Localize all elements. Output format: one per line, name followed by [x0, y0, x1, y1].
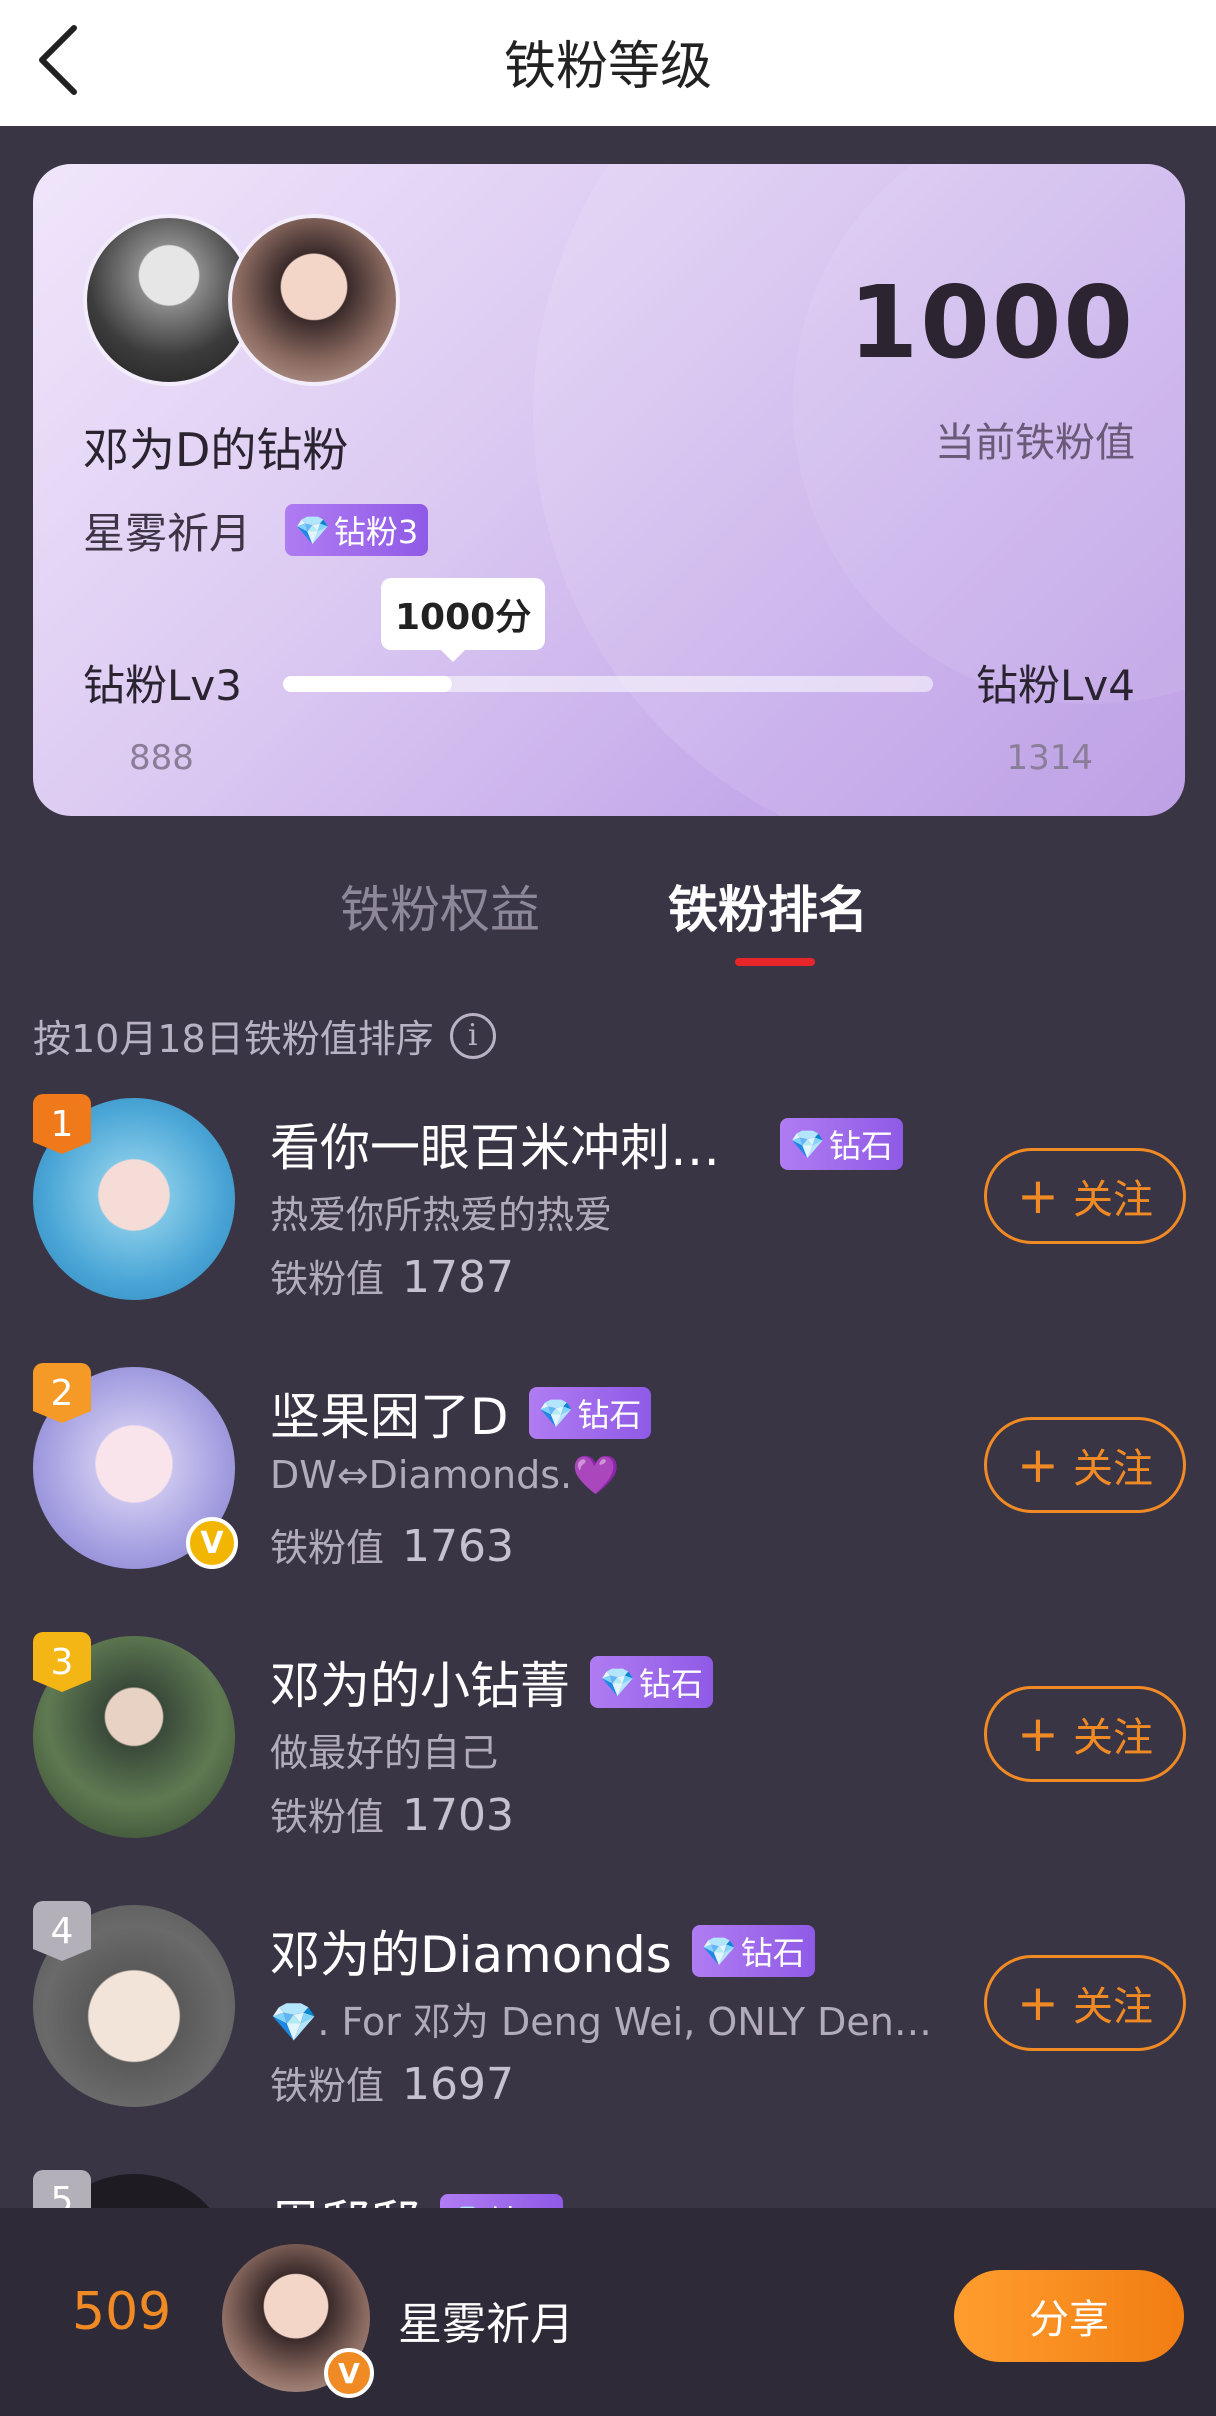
fan-score-label: 当前铁粉值 — [935, 420, 1135, 466]
fan-value: 铁粉值 1697 — [270, 2055, 514, 2110]
diamond-icon: 💎 — [295, 513, 330, 547]
follow-button[interactable]: + 关注 — [984, 1148, 1186, 1244]
follow-button[interactable]: + 关注 — [984, 1417, 1186, 1513]
my-rank: 509 — [72, 2282, 172, 2342]
diamond-icon: 💎 — [701, 1934, 737, 1968]
diamond-badge: 💎钻石 — [691, 1925, 815, 1977]
fan-value-label: 铁粉值 — [270, 1526, 385, 1570]
verified-icon: V — [324, 2348, 374, 2398]
current-level-label: 钻粉Lv3 — [83, 661, 242, 710]
sort-text: 按10月18日铁粉值排序 — [33, 1017, 434, 1061]
fan-value-label: 铁粉值 — [270, 1257, 385, 1301]
fan-level-badge: 💎 钻粉3 — [285, 504, 429, 556]
list-item[interactable]: 1 看你一眼百米冲刺… 💎 钻石 热爱你所热爱的热爱 铁粉值 1787 + 关注 — [0, 1094, 1216, 1338]
follow-label: 关注 — [1072, 1446, 1153, 1492]
fan-value-number: 1787 — [402, 1252, 514, 1303]
diamond-icon: 💎 — [538, 1396, 574, 1430]
rank-badge: 4 — [33, 1901, 91, 1961]
diamond-badge-label: 钻石 — [740, 1934, 805, 1972]
card-user-name: 星雾祈月 — [83, 509, 252, 558]
fan-name: 邓为的Diamonds — [270, 1926, 672, 1984]
fan-name: 邓为的小钻菁 — [270, 1657, 570, 1715]
fan-bio: 做最好的自己 — [270, 1731, 499, 1775]
diamond-badge-label: 钻石 — [577, 1396, 642, 1434]
level-progress-bar — [283, 676, 933, 692]
rank-number: 2 — [50, 1372, 74, 1414]
share-button[interactable]: 分享 — [954, 2270, 1184, 2362]
rank-number: 3 — [50, 1641, 74, 1683]
fan-bio: 热爱你所热爱的热爱 — [270, 1193, 613, 1237]
diamond-badge-label: 钻石 — [638, 1665, 703, 1703]
fan-score: 1000 — [848, 264, 1135, 381]
fan-name-line: 坚果困了D 💎 钻石 — [270, 1377, 652, 1449]
fan-value-label: 铁粉值 — [270, 1795, 385, 1839]
fan-bio: 💎. For 邓为 Deng Wei, ONLY Den… — [270, 2000, 932, 2044]
level-progress-fill — [283, 676, 452, 692]
diamond-badge: 💎钻石 — [590, 1656, 713, 1708]
diamond-badge: 💎钻石 — [780, 1118, 903, 1170]
rank-badge: 1 — [33, 1094, 91, 1154]
tab-fan-ranking[interactable]: 铁粉排名 — [668, 870, 868, 942]
verified-icon: V — [186, 1517, 238, 1569]
my-ranking-bar: 509 V 星雾祈月 分享 — [0, 2208, 1216, 2416]
active-tab-indicator — [735, 958, 815, 966]
page-title: 铁粉等级 — [503, 37, 712, 97]
diamond-badge-label: 钻石 — [828, 1127, 893, 1165]
my-name: 星雾祈月 — [398, 2299, 574, 2350]
fan-bio: DW⇔Diamonds.💜 — [270, 1453, 620, 1497]
info-icon[interactable]: i — [449, 1012, 496, 1059]
fan-name: 坚果困了D — [270, 1388, 509, 1446]
follow-label: 关注 — [1072, 1715, 1153, 1761]
user-avatar[interactable] — [228, 214, 400, 386]
sort-description: 按10月18日铁粉值排序 i — [33, 1008, 496, 1063]
follow-button[interactable]: + 关注 — [984, 1686, 1186, 1782]
diamond-icon: 💎 — [600, 1665, 635, 1699]
fan-value: 铁粉值 1763 — [270, 1517, 514, 1572]
plus-icon: + — [1017, 1974, 1059, 2032]
diamond-icon: 💎 — [790, 1127, 825, 1161]
fan-name-line: 邓为的小钻菁 💎 钻石 — [270, 1646, 713, 1718]
follow-label: 关注 — [1072, 1984, 1153, 2030]
fan-value: 铁粉值 1703 — [270, 1786, 514, 1841]
follow-button[interactable]: + 关注 — [984, 1955, 1186, 2051]
follow-label: 关注 — [1072, 1177, 1153, 1223]
rank-badge: 3 — [33, 1632, 91, 1692]
current-level-threshold: 888 — [129, 738, 194, 778]
fan-value-number: 1697 — [402, 2059, 514, 2110]
fan-value-label: 铁粉值 — [270, 2064, 385, 2108]
list-item[interactable]: 3 邓为的小钻菁 💎 钻石 做最好的自己 铁粉值 1703 + 关注 — [0, 1632, 1216, 1876]
plus-icon: + — [1017, 1436, 1059, 1494]
fan-value: 铁粉值 1787 — [270, 1248, 514, 1303]
list-item[interactable]: 4 邓为的Diamonds 💎 钻石 💎. For 邓为 Deng Wei, ON… — [0, 1901, 1216, 2145]
plus-icon: + — [1017, 1167, 1059, 1225]
fan-group-name: 邓为D的钻粉 — [83, 423, 349, 477]
progress-bubble: 1000分 — [381, 578, 546, 662]
fan-value-number: 1703 — [402, 1790, 514, 1841]
next-level-label: 钻粉Lv4 — [976, 661, 1135, 710]
plus-icon: + — [1017, 1705, 1059, 1763]
fan-level-badge-label: 钻粉3 — [333, 513, 419, 551]
rank-number: 4 — [50, 1910, 74, 1952]
tab-fan-benefits[interactable]: 铁粉权益 — [340, 870, 540, 942]
fan-value-number: 1763 — [402, 1521, 514, 1572]
rank-number: 1 — [50, 1103, 74, 1145]
fan-level-card: 邓为D的钻粉 星雾祈月 💎 钻粉3 1000 当前铁粉值 1000分 钻粉Lv3… — [33, 164, 1185, 816]
diamond-badge: 💎钻石 — [528, 1387, 652, 1439]
next-level-threshold: 1314 — [1006, 738, 1093, 778]
rank-badge: 2 — [33, 1363, 91, 1423]
fan-name-line: 看你一眼百米冲刺… 💎 钻石 — [270, 1108, 903, 1180]
list-item[interactable]: V 2 坚果困了D 💎 钻石 DW⇔Diamonds.💜 铁粉值 1763 + 关注 — [0, 1363, 1216, 1607]
fan-name: 看你一眼百米冲刺… — [270, 1119, 720, 1177]
top-bar: 铁粉等级 — [0, 0, 1216, 126]
fan-name-line: 邓为的Diamonds 💎 钻石 — [270, 1915, 815, 1987]
